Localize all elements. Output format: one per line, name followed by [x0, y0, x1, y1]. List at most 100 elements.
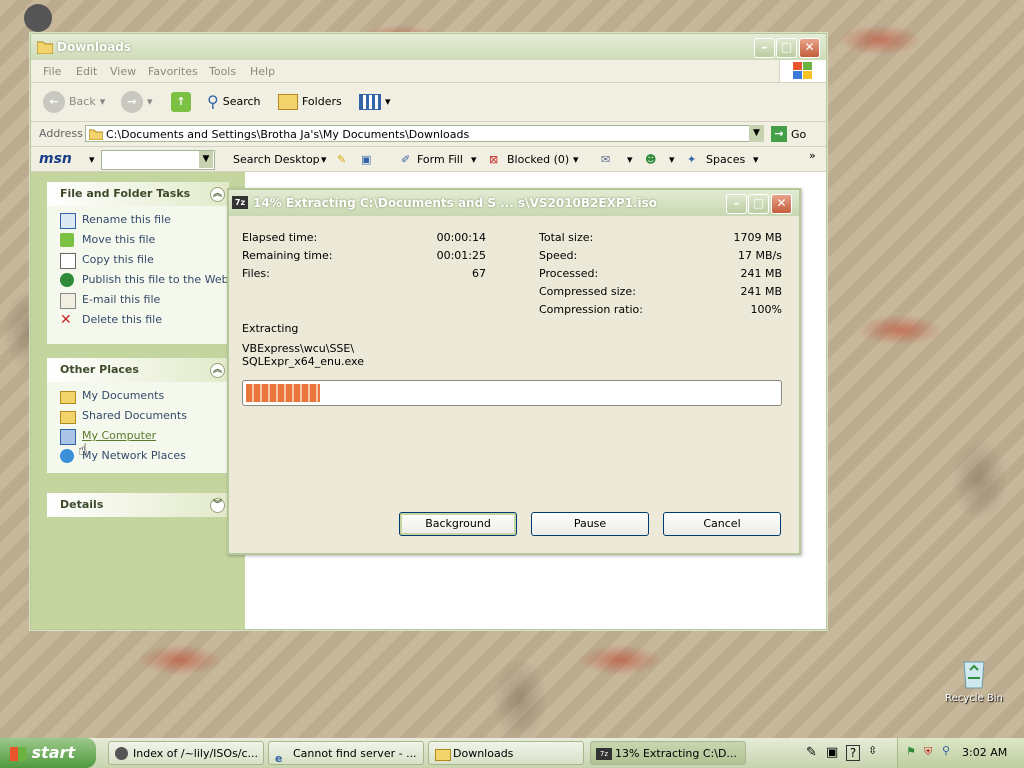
menu-tools[interactable]: Tools [209, 65, 236, 78]
taskbar-item-7zip-label: 13% Extracting C:\D... [615, 747, 737, 760]
maximize-button[interactable]: □ [776, 38, 797, 58]
move-file-link[interactable]: Move this file [47, 230, 229, 250]
taskbar-item-browser[interactable]: Index of /~lily/ISOs/c... [108, 741, 264, 765]
shared-documents-link[interactable]: Shared Documents [47, 406, 229, 426]
mail-icon[interactable]: ✉ [601, 153, 610, 166]
recycle-bin-icon[interactable]: Recycle Bin [944, 656, 1004, 704]
move-file-label: Move this file [82, 233, 156, 246]
address-bar: Address C:\Documents and Settings\Brotha… [31, 122, 826, 147]
close-button[interactable]: ✕ [799, 38, 820, 58]
email-file-label: E-mail this file [82, 293, 161, 306]
minimize-button[interactable]: – [754, 38, 775, 58]
buddies-icon[interactable]: ☻ [645, 153, 656, 166]
collapse-chevron-icon[interactable]: ︽ [210, 187, 225, 202]
tray-security-icon[interactable]: ⛨ [924, 745, 932, 759]
my-documents-link[interactable]: My Documents [47, 386, 229, 406]
tray-network-icon[interactable]: ⚑ [906, 745, 916, 758]
back-button[interactable]: ← Back ▾ [43, 91, 105, 113]
spaces-button[interactable]: Spaces [706, 153, 745, 166]
pause-button[interactable]: Pause [531, 512, 649, 536]
quicklaunch-tool-icon[interactable]: ✎ [806, 745, 817, 760]
search-label: Search [222, 95, 261, 108]
msn-search-input[interactable] [101, 150, 215, 170]
copy-file-label: Copy this file [82, 253, 154, 266]
7zip-small-icon: 7z [596, 748, 612, 760]
notepad-icon[interactable]: ▣ [361, 153, 371, 166]
delete-file-link[interactable]: ✕ Delete this file [47, 310, 229, 330]
msn-dropdown-icon[interactable]: ▾ [89, 153, 95, 166]
clock[interactable]: 3:02 AM [962, 746, 1007, 759]
forward-dropdown-icon[interactable]: ▾ [147, 91, 153, 113]
folder-icon [60, 391, 76, 404]
menu-edit[interactable]: Edit [76, 65, 97, 78]
file-folder-tasks-header[interactable]: File and Folder Tasks ︽ [47, 182, 229, 206]
dialog-maximize-button[interactable]: □ [748, 194, 769, 214]
details-title: Details [60, 498, 104, 511]
cancel-button[interactable]: Cancel [663, 512, 781, 536]
extract-dialog: 7z 14% Extracting C:\Documents and S ...… [227, 188, 801, 555]
quicklaunch-window-icon[interactable]: ▣ [826, 745, 838, 760]
explorer-titlebar[interactable]: Downloads – □ ✕ [31, 34, 826, 60]
search-button[interactable]: ⚲ Search [207, 91, 261, 113]
taskbar-item-ie[interactable]: e Cannot find server - ... [268, 741, 424, 765]
go-arrow-icon: → [771, 126, 787, 142]
menu-favorites[interactable]: Favorites [148, 65, 198, 78]
delete-x-icon: ✕ [60, 312, 72, 328]
search-desktop-button[interactable]: Search Desktop [233, 153, 320, 166]
blocked-dropdown-icon[interactable]: ▾ [573, 153, 579, 166]
up-button[interactable]: ↑ [171, 91, 191, 113]
email-file-link[interactable]: E-mail this file [47, 290, 229, 310]
dialog-minimize-button[interactable]: – [726, 194, 747, 214]
dialog-close-button[interactable]: ✕ [771, 194, 792, 214]
highlighter-icon[interactable]: ✎ [337, 153, 346, 166]
address-label: Address [39, 127, 83, 140]
computer-icon [60, 429, 76, 445]
help-icon[interactable]: ? [846, 745, 860, 761]
menu-file[interactable]: File [43, 65, 61, 78]
form-fill-button[interactable]: Form Fill [417, 153, 463, 166]
total-size-label: Total size: [539, 231, 594, 244]
background-button[interactable]: Background [399, 512, 517, 536]
taskbar-item-downloads[interactable]: Downloads [428, 741, 584, 765]
msn-search-dropdown[interactable]: ▼ [199, 151, 213, 168]
go-button[interactable]: → Go [771, 125, 806, 143]
expand-chevron-icon[interactable]: ︾ [210, 498, 225, 513]
buddies-dropdown-icon[interactable]: ▾ [669, 153, 675, 166]
my-computer-link[interactable]: My Computer [47, 426, 229, 446]
form-fill-dropdown-icon[interactable]: ▾ [471, 153, 477, 166]
publish-web-link[interactable]: Publish this file to the Web [47, 270, 229, 290]
raccoon-icon[interactable] [24, 4, 52, 32]
other-places-header[interactable]: Other Places ︽ [47, 358, 229, 382]
menu-view[interactable]: View [110, 65, 136, 78]
rename-file-link[interactable]: Rename this file [47, 210, 229, 230]
tray-search-icon[interactable]: ⚲ [942, 744, 950, 757]
msn-logo[interactable]: msn [39, 151, 72, 167]
my-network-places-label: My Network Places [82, 449, 186, 462]
mail-dropdown-icon[interactable]: ▾ [627, 153, 633, 166]
my-network-places-link[interactable]: My Network Places [47, 446, 229, 466]
back-dropdown-icon[interactable]: ▾ [100, 91, 106, 113]
forward-button[interactable]: → ▾ [121, 91, 153, 113]
folders-button[interactable]: Folders [278, 91, 342, 113]
folder-icon [60, 411, 76, 424]
search-desktop-dropdown-icon[interactable]: ▾ [321, 153, 327, 166]
remaining-time-label: Remaining time: [242, 249, 333, 262]
spaces-dropdown-icon[interactable]: ▾ [753, 153, 759, 166]
toolbar-overflow-icon[interactable]: » [809, 149, 816, 162]
views-button[interactable]: ▾ [359, 91, 391, 113]
address-input[interactable]: C:\Documents and Settings\Brotha Ja's\My… [85, 125, 763, 142]
start-button[interactable]: start [0, 738, 96, 768]
blocked-button[interactable]: Blocked (0) [507, 153, 569, 166]
form-fill-icon: ✐ [401, 153, 411, 166]
details-header[interactable]: Details ︾ [47, 493, 229, 517]
quicklaunch-overflow-icon[interactable]: ⇳ [868, 744, 877, 757]
taskbar-item-7zip[interactable]: 7z 13% Extracting C:\D... [590, 741, 746, 765]
menu-help[interactable]: Help [250, 65, 275, 78]
forward-arrow-icon: → [121, 91, 143, 113]
address-dropdown-button[interactable]: ▼ [749, 125, 764, 142]
remaining-time-value: 00:01:25 [436, 249, 486, 262]
extract-dialog-titlebar[interactable]: 7z 14% Extracting C:\Documents and S ...… [229, 190, 799, 216]
elapsed-time-label: Elapsed time: [242, 231, 318, 244]
copy-file-link[interactable]: Copy this file [47, 250, 229, 270]
collapse-chevron-icon[interactable]: ︽ [210, 363, 225, 378]
